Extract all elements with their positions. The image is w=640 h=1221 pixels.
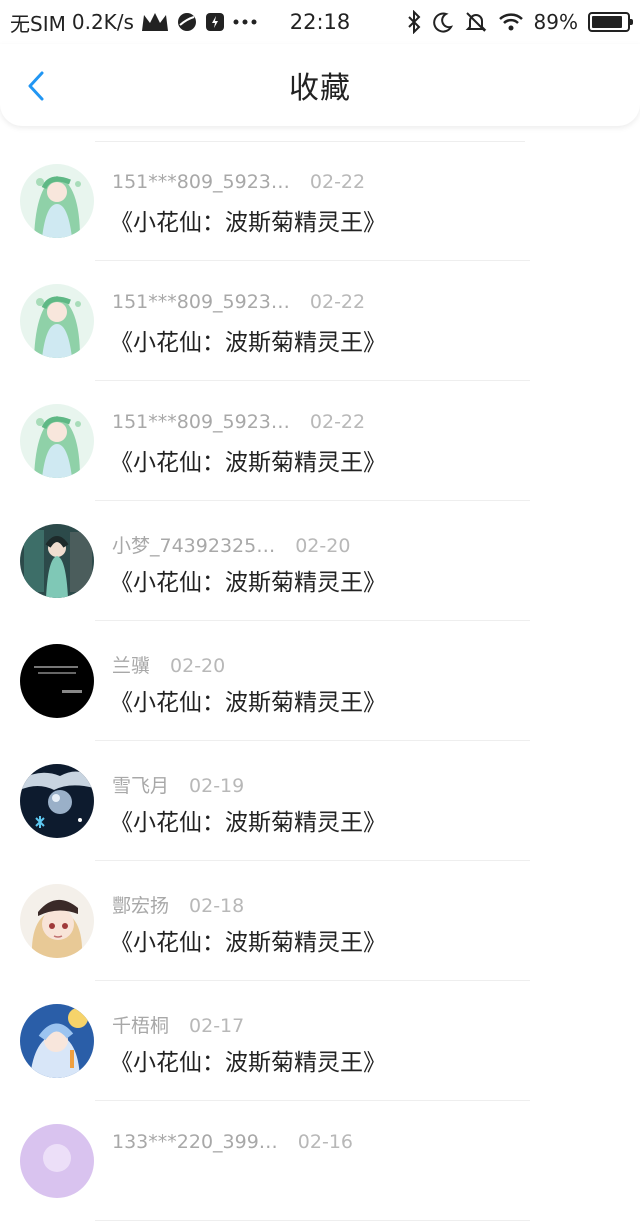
page-title: 收藏: [289, 71, 351, 106]
author-name: 兰骥: [112, 655, 151, 677]
status-bar: 无SIM 0.2K/s 22:18 89%: [0, 0, 640, 44]
favorite-date: 02-17: [189, 1015, 245, 1037]
favorite-item[interactable]: 兰骥 02-20 《小花仙：波斯菊精灵王》: [0, 621, 640, 741]
avatar[interactable]: [20, 884, 94, 958]
favorite-date: 02-19: [189, 775, 245, 797]
work-title: 《小花仙：波斯菊精灵王》: [110, 210, 386, 236]
author-name: 雪飞月: [112, 775, 170, 797]
app-ball-icon: [176, 11, 198, 33]
favorite-item[interactable]: 151***809_5923… 02-22 《小花仙：波斯菊精灵王》: [0, 261, 640, 381]
back-button[interactable]: [14, 64, 58, 108]
favorites-list: 151***809_5923… 02-22 《小花仙：波斯菊精灵王》 151***80…: [0, 141, 640, 1221]
item-meta: 雪飞月 02-19: [112, 771, 244, 798]
favorite-date: 02-20: [295, 535, 351, 557]
network-speed: 0.2K/s: [71, 10, 134, 34]
author-name: 151***809_5923…: [112, 291, 290, 313]
nav-bar: 收藏: [0, 44, 640, 126]
carrier-label: 无SIM: [10, 11, 66, 36]
author-name: 133***220_399…: [112, 1131, 278, 1153]
favorite-item[interactable]: 雪飞月 02-19 《小花仙：波斯菊精灵王》: [0, 741, 640, 861]
battery-percent: 89%: [533, 10, 578, 34]
avatar[interactable]: [20, 1124, 94, 1198]
item-meta: 千梧桐 02-17: [112, 1011, 244, 1038]
favorite-item[interactable]: 小梦_74392325… 02-20 《小花仙：波斯菊精灵王》: [0, 501, 640, 621]
item-meta: 151***809_5923… 02-22: [112, 171, 365, 193]
author-name: 151***809_5923…: [112, 411, 290, 433]
item-meta: 兰骥 02-20: [112, 651, 225, 678]
status-left: 无SIM 0.2K/s: [10, 8, 280, 37]
avatar[interactable]: [20, 164, 94, 238]
favorite-item[interactable]: 151***809_5923… 02-22 《小花仙：波斯菊精灵王》: [0, 141, 640, 261]
avatar[interactable]: [20, 404, 94, 478]
favorite-item[interactable]: 151***809_5923… 02-22 《小花仙：波斯菊精灵王》: [0, 381, 640, 501]
item-meta: 酆宏扬 02-18: [112, 891, 244, 918]
work-title: 《小花仙：波斯菊精灵王》: [110, 570, 386, 596]
author-name: 千梧桐: [112, 1015, 170, 1037]
avatar[interactable]: [20, 644, 94, 718]
battery-icon: [588, 12, 633, 32]
favorite-date: 02-18: [189, 895, 245, 917]
battery-fill: [592, 16, 623, 28]
wifi-icon: [498, 11, 524, 33]
favorite-date: 02-22: [309, 411, 366, 433]
work-title: 《小花仙：波斯菊精灵王》: [110, 690, 386, 716]
moon-icon: [432, 11, 454, 33]
avatar[interactable]: [20, 524, 94, 598]
work-title: 《小花仙：波斯菊精灵王》: [110, 930, 386, 956]
author-name: 151***809_5923…: [112, 171, 290, 193]
avatar[interactable]: [20, 284, 94, 358]
more-dots-icon: [232, 11, 258, 33]
work-title: 《小花仙：波斯菊精灵王》: [110, 810, 386, 836]
status-right: 89%: [406, 0, 633, 44]
chevron-left-icon: [28, 71, 44, 101]
bluetooth-icon: [406, 10, 422, 34]
work-title: 《小花仙：波斯菊精灵王》: [110, 450, 386, 476]
item-meta: 133***220_399… 02-16: [112, 1131, 353, 1153]
work-title: 《小花仙：波斯菊精灵王》: [110, 1050, 386, 1076]
work-title: 《小花仙：波斯菊精灵王》: [110, 330, 386, 356]
avatar[interactable]: [20, 764, 94, 838]
item-meta: 小梦_74392325… 02-20: [112, 531, 350, 558]
avatar[interactable]: [20, 1004, 94, 1078]
favorite-date: 02-22: [309, 291, 366, 313]
favorite-item[interactable]: 酆宏扬 02-18 《小花仙：波斯菊精灵王》: [0, 861, 640, 981]
favorite-date: 02-16: [297, 1131, 354, 1153]
author-name: 酆宏扬: [112, 895, 170, 917]
item-meta: 151***809_5923… 02-22: [112, 291, 365, 313]
favorite-item[interactable]: 133***220_399… 02-16: [0, 1101, 640, 1221]
bell-muted-icon: [464, 10, 488, 34]
favorite-date: 02-20: [170, 655, 226, 677]
app-bolt-icon: [204, 11, 226, 33]
item-meta: 151***809_5923… 02-22: [112, 411, 365, 433]
favorite-item[interactable]: 千梧桐 02-17 《小花仙：波斯菊精灵王》: [0, 981, 640, 1101]
crown-icon: [140, 11, 170, 33]
author-name: 小梦_74392325…: [112, 535, 276, 557]
favorite-date: 02-22: [309, 171, 366, 193]
